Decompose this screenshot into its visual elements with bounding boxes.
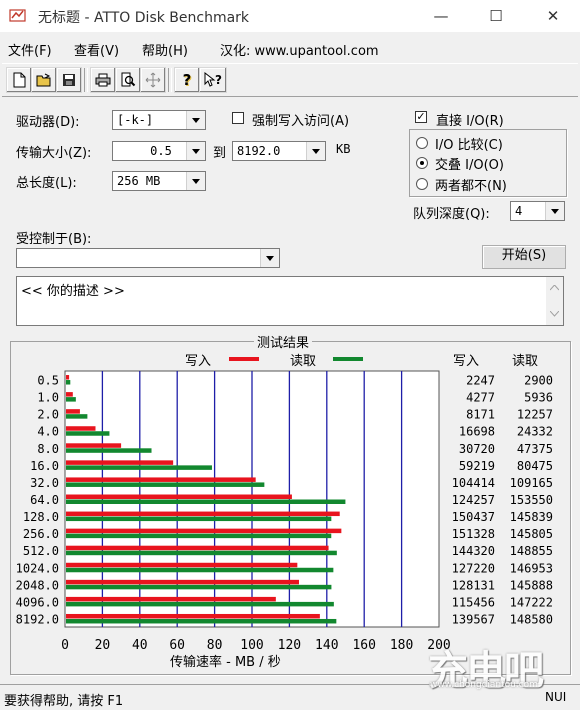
read-value: 12257 [517,408,553,422]
read-value: 146953 [510,561,553,575]
x-tick-label: 160 [352,638,375,653]
read-bar [66,601,334,607]
write-bar [66,443,122,448]
y-tick-label: 64.0 [30,493,59,507]
read-value: 145888 [510,578,553,592]
write-bar [66,494,292,499]
y-tick-label: 32.0 [30,476,59,490]
write-bar [66,460,174,465]
read-bar [66,380,71,385]
write-bar [66,579,299,585]
y-tick-label: 512.0 [23,544,59,558]
read-bar [66,414,88,419]
y-tick-label: 8.0 [37,442,59,456]
read-value: 109165 [510,476,553,490]
y-tick-label: 1024.0 [16,561,59,575]
read-bar [66,533,332,539]
write-value: 8171 [466,408,495,422]
x-tick-label: 20 [95,638,111,653]
read-bar [66,397,76,402]
write-value: 127220 [452,561,495,575]
write-value: 150437 [452,510,495,524]
write-value: 2247 [466,374,495,388]
read-bar [66,482,265,487]
watermark-url: www.chongdiantou.com [430,680,538,690]
read-value: 145805 [510,527,553,541]
write-value: 115456 [452,595,495,609]
y-tick-label: 1.0 [37,391,59,405]
x-tick-label: 180 [390,638,413,653]
read-value: 147222 [510,595,553,609]
read-bar [66,448,152,453]
write-value: 128131 [452,578,495,592]
read-bar [66,516,332,522]
write-bar [66,613,320,619]
write-bar [66,375,70,380]
y-tick-label: 2.0 [37,408,59,422]
status-text: 要获得帮助, 请按 F1 [4,694,124,709]
write-value: 30720 [459,442,495,456]
write-bar [66,392,73,397]
read-value: 145839 [510,510,553,524]
write-bar [66,426,96,431]
write-bar [66,545,329,551]
y-tick-label: 4096.0 [16,595,59,609]
y-tick-label: 4.0 [37,425,59,439]
watermark-logo: 充电吧 www.chongdiantou.com [428,638,578,698]
y-tick-label: 0.5 [37,374,59,388]
read-bar [66,567,334,573]
read-value: 5936 [524,391,553,405]
write-bar [66,528,342,534]
y-tick-label: 16.0 [30,459,59,473]
read-bar [66,584,332,590]
x-tick-label: 40 [132,638,148,653]
read-value: 80475 [517,459,553,473]
write-bar [66,409,80,414]
write-bar [66,562,298,568]
x-tick-label: 0 [61,638,69,653]
read-value: 47375 [517,442,553,456]
y-tick-label: 256.0 [23,527,59,541]
read-value: 2900 [524,374,553,388]
read-bar [66,550,337,556]
x-axis-label: 传输速率 - MB / 秒 [170,655,281,670]
write-value: 4277 [466,391,495,405]
read-bar [66,431,110,436]
read-value: 153550 [510,493,553,507]
read-value: 148855 [510,544,553,558]
y-tick-label: 8192.0 [16,612,59,626]
read-bar [66,618,337,624]
y-tick-label: 128.0 [23,510,59,524]
x-tick-label: 140 [315,638,338,653]
write-bar [66,511,340,517]
write-value: 59219 [459,459,495,473]
write-value: 144320 [452,544,495,558]
write-value: 151328 [452,527,495,541]
read-bar [66,499,346,504]
read-value: 148580 [510,612,553,626]
read-value: 24332 [517,425,553,439]
results-chart: 0 20 40 60 80 100 120 140 160 180 2000.5 2247 29001.… [16,370,553,653]
write-bar [66,596,276,602]
x-tick-label: 120 [278,638,301,653]
write-value: 139567 [452,612,495,626]
write-value: 124257 [452,493,495,507]
write-value: 104414 [452,476,495,490]
read-bar [66,465,212,470]
write-value: 16698 [459,425,495,439]
y-tick-label: 2048.0 [16,578,59,592]
write-bar [66,477,256,482]
